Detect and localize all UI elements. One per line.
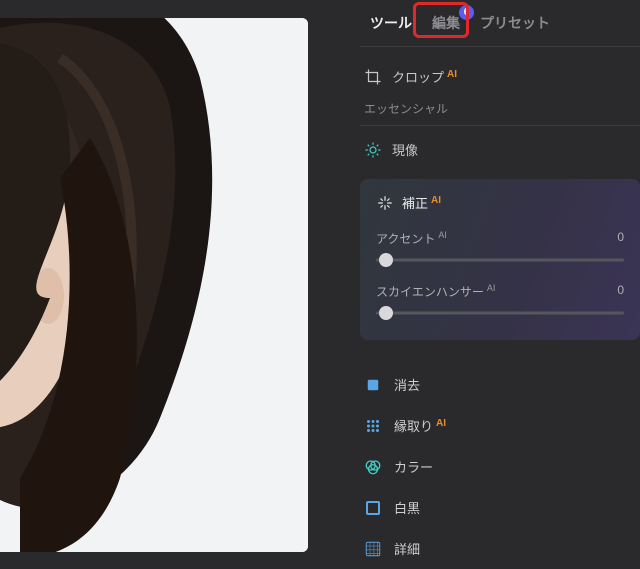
accent-slider-group: アクセントAI 0: [376, 230, 624, 267]
accent-slider[interactable]: [376, 253, 624, 267]
sky-label: スカイエンハンサーAI: [376, 283, 495, 300]
erase-icon: [364, 376, 382, 394]
details-tool[interactable]: 詳細: [360, 528, 640, 569]
crop-icon: [364, 68, 382, 86]
develop-tool[interactable]: 現像: [360, 130, 640, 169]
develop-label: 現像: [392, 140, 418, 159]
divider: [360, 46, 640, 47]
outline-label: 縁取りAI: [394, 416, 446, 435]
erase-tool[interactable]: 消去: [360, 364, 640, 405]
outline-tool[interactable]: 縁取りAI: [360, 405, 640, 446]
tab-tool[interactable]: ツール: [360, 7, 422, 39]
sky-slider[interactable]: [376, 306, 624, 320]
enhance-title-label: 補正AI: [402, 193, 441, 212]
sparkle-icon: [376, 194, 394, 212]
tab-edit[interactable]: 編集 6: [422, 7, 470, 39]
sun-icon: [364, 141, 382, 159]
accent-label: アクセントAI: [376, 230, 447, 247]
color-tool[interactable]: カラー: [360, 446, 640, 487]
editor-panel: ツール 編集 6 プリセット クロップAI エッセンシャル 現像: [360, 0, 640, 552]
details-icon: [364, 540, 382, 558]
color-label: カラー: [394, 457, 433, 476]
enhance-title-row[interactable]: 補正AI: [376, 193, 624, 212]
tab-preset[interactable]: プリセット: [470, 7, 560, 39]
outline-icon: [364, 417, 382, 435]
crop-label: クロップAI: [392, 67, 457, 86]
sky-slider-group: スカイエンハンサーAI 0: [376, 283, 624, 320]
crop-tool[interactable]: クロップAI: [360, 57, 640, 96]
sky-value: 0: [617, 283, 624, 300]
accent-value: 0: [617, 230, 624, 247]
bw-icon: [364, 499, 382, 517]
essential-header: エッセンシャル: [360, 96, 640, 126]
image-canvas: [0, 18, 308, 552]
color-icon: [364, 458, 382, 476]
erase-label: 消去: [394, 375, 420, 394]
details-label: 詳細: [394, 539, 420, 558]
tool-list: 消去 縁取りAI カラー: [360, 364, 640, 569]
tab-edit-label: 編集: [432, 15, 460, 31]
bw-tool[interactable]: 白黒: [360, 487, 640, 528]
enhance-panel: 補正AI アクセントAI 0 スカイエンハンサーAI 0: [360, 179, 640, 340]
bw-label: 白黒: [394, 498, 420, 517]
tab-bar: ツール 編集 6 プリセット: [360, 6, 640, 40]
